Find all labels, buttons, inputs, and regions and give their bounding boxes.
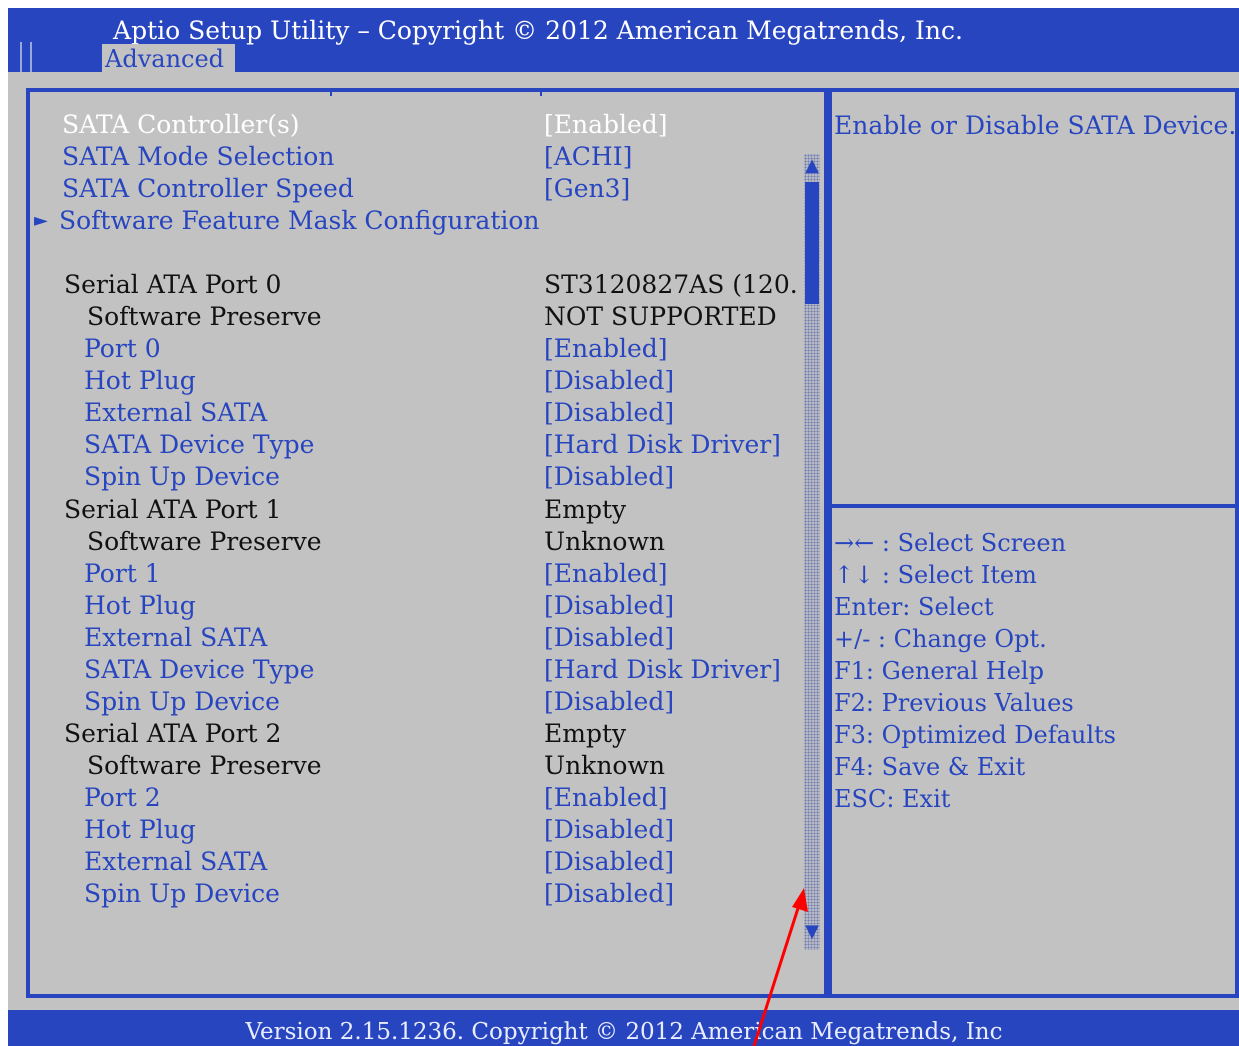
setting-label: SATA Controller Speed — [62, 174, 354, 203]
panel-marker — [330, 88, 332, 96]
info-value: Unknown — [544, 751, 665, 780]
submenu-label: Software Feature Mask Configuration — [59, 206, 540, 235]
key-hint: Enter: Select — [834, 593, 994, 621]
setting-value[interactable]: [Hard Disk Driver] — [544, 429, 781, 461]
scroll-up-icon[interactable]: ▲ — [803, 154, 821, 178]
setting-label: Port 2 — [84, 783, 161, 812]
setting-label: SATA Controller(s) — [62, 110, 300, 139]
setting-label: Port 0 — [84, 334, 161, 363]
setting-value[interactable]: [Disabled] — [544, 878, 674, 910]
setting-value[interactable]: [Disabled] — [544, 590, 674, 622]
help-panel — [828, 88, 1239, 508]
port-device: ST3120827AS (120. — [544, 270, 798, 299]
key-hint: +/- : Change Opt. — [834, 625, 1047, 653]
help-text: Enable or Disable SATA Device. — [834, 111, 1237, 140]
port-device: Empty — [544, 495, 627, 524]
setting-value[interactable]: [Gen3] — [544, 173, 630, 205]
key-hint: ↑↓ : Select Item — [834, 561, 1037, 589]
setting-label: Spin Up Device — [84, 462, 280, 491]
scrollbar-thumb[interactable] — [805, 182, 819, 304]
setting-value[interactable]: [Disabled] — [544, 365, 674, 397]
port-device: Empty — [544, 719, 627, 748]
setting-label: External SATA — [84, 847, 268, 876]
setting-label: Port 1 — [84, 559, 161, 588]
setting-label: External SATA — [84, 398, 268, 427]
setting-label: SATA Mode Selection — [62, 142, 335, 171]
setting-label: Hot Plug — [84, 366, 196, 395]
setting-label: Hot Plug — [84, 815, 196, 844]
tab-advanced[interactable]: Advanced — [102, 44, 235, 73]
setting-value[interactable]: [Enabled] — [544, 782, 668, 814]
port-label: Serial ATA Port 0 — [64, 270, 282, 299]
key-hint: F4: Save & Exit — [834, 753, 1026, 781]
port-label: Serial ATA Port 1 — [64, 495, 282, 524]
setting-value[interactable]: [Enabled] — [544, 558, 668, 590]
content-area: SATA Controller(s) [Enabled] SATA Mode S… — [8, 72, 1239, 1010]
setting-value[interactable]: [Disabled] — [544, 846, 674, 878]
key-hint: F3: Optimized Defaults — [834, 721, 1116, 749]
setting-label: Spin Up Device — [84, 687, 280, 716]
setting-value[interactable]: [Disabled] — [544, 686, 674, 718]
info-value: NOT SUPPORTED — [544, 302, 777, 331]
key-hint: ESC: Exit — [834, 785, 951, 813]
setting-value[interactable]: [Enabled] — [544, 333, 668, 365]
submenu-arrow-icon: ► — [34, 210, 48, 231]
header-divider — [20, 42, 22, 72]
port-label: Serial ATA Port 2 — [64, 719, 282, 748]
key-hint: F2: Previous Values — [834, 689, 1074, 717]
setting-label: SATA Device Type — [84, 430, 315, 459]
app-title: Aptio Setup Utility – Copyright © 2012 A… — [113, 16, 963, 45]
info-value: Unknown — [544, 527, 665, 556]
key-hint: →← : Select Screen — [834, 529, 1067, 557]
panel-marker — [540, 88, 542, 96]
setting-value[interactable]: [Disabled] — [544, 397, 674, 429]
setting-value[interactable]: [Disabled] — [544, 622, 674, 654]
header-bar: Aptio Setup Utility – Copyright © 2012 A… — [8, 8, 1239, 73]
setting-value[interactable]: [Hard Disk Driver] — [544, 654, 781, 686]
key-hint: F1: General Help — [834, 657, 1044, 685]
info-label: Software Preserve — [87, 302, 322, 331]
setting-label: External SATA — [84, 623, 268, 652]
header-divider — [30, 42, 32, 72]
info-label: Software Preserve — [87, 751, 322, 780]
annotation-arrow-icon — [752, 888, 808, 1046]
setting-value[interactable]: [ACHI] — [544, 141, 632, 173]
setting-label: Hot Plug — [84, 591, 196, 620]
setting-value[interactable]: [Enabled] — [544, 109, 668, 141]
setting-value[interactable]: [Disabled] — [544, 461, 674, 493]
footer-bar: Version 2.15.1236. Copyright © 2012 Amer… — [8, 1010, 1239, 1046]
version-text: Version 2.15.1236. Copyright © 2012 Amer… — [245, 1019, 1003, 1045]
info-label: Software Preserve — [87, 527, 322, 556]
setting-value[interactable]: [Disabled] — [544, 814, 674, 846]
setting-label: Spin Up Device — [84, 879, 280, 908]
setting-label: SATA Device Type — [84, 655, 315, 684]
